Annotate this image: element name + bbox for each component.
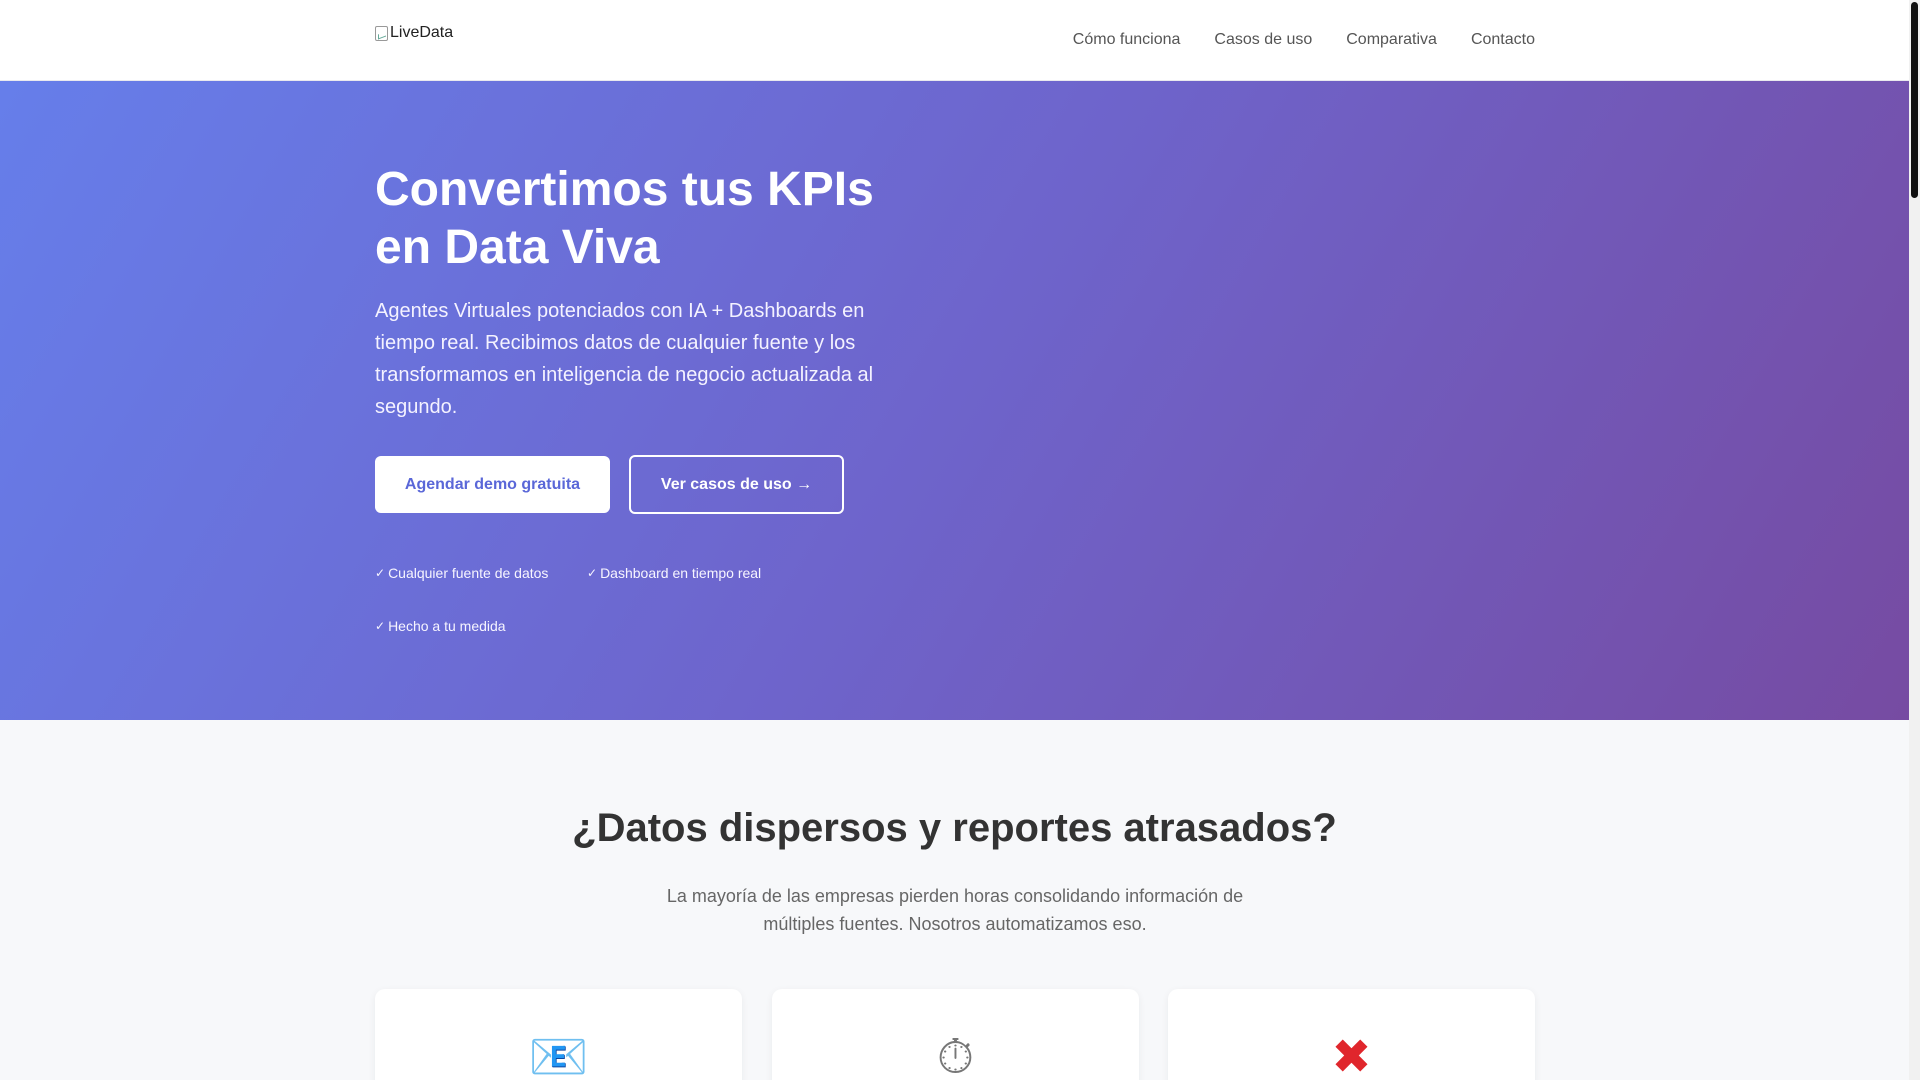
check-icon: ✓ (375, 566, 386, 580)
scrollbar[interactable] (1909, 0, 1920, 1080)
logo-alt-text: LiveData (390, 24, 454, 41)
cross-icon: ✖ (1331, 1029, 1372, 1080)
check-icon: ✓ (375, 619, 386, 633)
feature-item: ✓ Hecho a tu medida (375, 618, 506, 634)
schedule-demo-button[interactable]: Agendar demo gratuita (375, 456, 610, 513)
check-icon: ✓ (587, 566, 598, 580)
nav-contacto[interactable]: Contacto (1471, 31, 1535, 49)
nav-comparativa[interactable]: Comparativa (1346, 31, 1437, 49)
feature-item: ✓ Cualquier fuente de datos (375, 565, 548, 581)
stopwatch-icon: ⏱ (936, 1029, 975, 1080)
scrollbar-thumb[interactable] (1911, 2, 1918, 198)
broken-image-icon (375, 25, 388, 41)
hero-title: Convertimos tus KPIs en Data Viva (375, 163, 874, 274)
problem-card: ✖ (1168, 989, 1535, 1080)
problem-card: 📧 (375, 989, 742, 1080)
feature-label: Hecho a tu medida (388, 618, 506, 634)
view-use-cases-button[interactable]: Ver casos de uso → (629, 455, 844, 514)
main-nav: Cómo funciona Casos de uso Comparativa C… (1073, 0, 1535, 80)
logo[interactable]: LiveData (375, 21, 453, 45)
feature-item: ✓ Dashboard en tiempo real (587, 565, 761, 581)
problem-title: ¿Datos dispersos y reportes atrasados? (572, 806, 1337, 850)
nav-casos-de-uso[interactable]: Casos de uso (1214, 31, 1312, 49)
envelope-icon: 📧 (528, 1029, 589, 1080)
feature-label: Dashboard en tiempo real (600, 565, 762, 581)
feature-label: Cualquier fuente de datos (388, 565, 549, 581)
problem-card: ⏱ (772, 989, 1139, 1080)
hero-section: Convertimos tus KPIs en Data Viva Agente… (0, 81, 1909, 720)
problem-subtitle: La mayoría de las empresas pierden horas… (666, 886, 1244, 934)
site-header: LiveData Cómo funciona Casos de uso Comp… (0, 0, 1909, 81)
page: LiveData Cómo funciona Casos de uso Comp… (0, 0, 1909, 1080)
hero-subtitle: Agentes Virtuales potenciados con IA + D… (375, 300, 874, 418)
nav-como-funciona[interactable]: Cómo funciona (1073, 31, 1181, 49)
